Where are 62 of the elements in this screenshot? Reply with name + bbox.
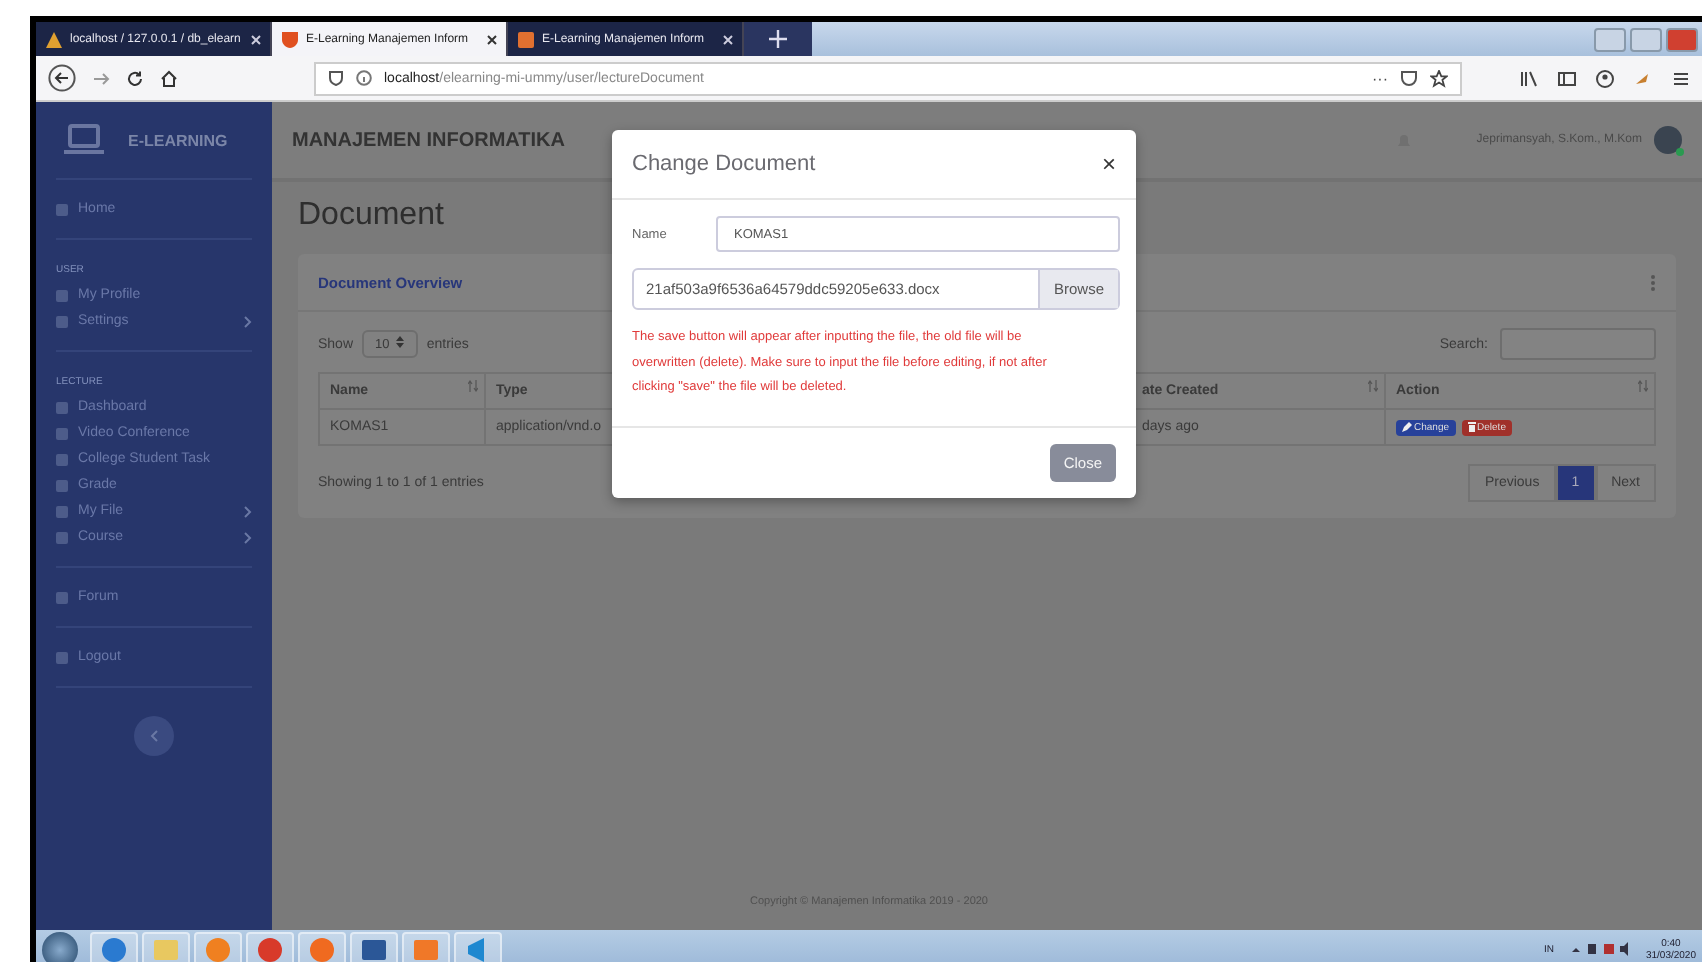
sidebar-icon[interactable] (1558, 69, 1576, 87)
pocket-icon[interactable] (1400, 69, 1418, 87)
square-icon (516, 29, 536, 49)
sort-icon[interactable] (1638, 380, 1648, 392)
dialog-title: Change Document (632, 152, 816, 176)
globe-icon (100, 935, 128, 962)
library-icon[interactable] (1520, 69, 1538, 87)
laptop-icon (64, 124, 104, 156)
menu-item-icon (56, 427, 68, 439)
close-icon[interactable] (486, 33, 498, 45)
extension-icon[interactable] (1634, 69, 1652, 87)
menu-item-icon (56, 651, 68, 663)
taskbar-app-button[interactable] (350, 932, 398, 962)
menu-item-icon (56, 401, 68, 413)
shield-icon (280, 29, 300, 49)
more-actions-button[interactable]: ··· (1372, 69, 1388, 87)
menu-item-icon (56, 203, 68, 215)
play-icon (204, 935, 232, 962)
page-title: Document (298, 198, 444, 234)
trash-icon (1467, 422, 1476, 432)
minimize-button[interactable] (1594, 27, 1626, 51)
taskbar-app-button[interactable] (298, 932, 346, 962)
circle-icon (256, 935, 284, 962)
chevron-icon (244, 315, 252, 327)
folder-icon (152, 935, 180, 962)
back-icon[interactable] (48, 64, 76, 92)
menu-item-icon (56, 591, 68, 603)
menu-item-icon (56, 315, 68, 327)
kebab-menu-icon[interactable] (1650, 273, 1656, 291)
star-icon[interactable] (1430, 69, 1448, 87)
chevron-icon (244, 531, 252, 543)
plus-icon[interactable] (744, 22, 812, 56)
sort-icon[interactable] (468, 380, 478, 392)
menu-item-icon (56, 289, 68, 301)
spinner-arrows-icon[interactable] (396, 336, 405, 348)
shield-icon (328, 70, 344, 86)
taskbar-app-button[interactable] (454, 932, 502, 962)
start-button[interactable] (42, 931, 78, 962)
chevron-icon (150, 730, 158, 742)
menu-icon[interactable] (1672, 69, 1690, 87)
account-icon[interactable] (1596, 69, 1614, 87)
pencil-icon (1402, 422, 1412, 432)
taskbar-app-button[interactable] (90, 932, 138, 962)
user-avatar[interactable] (1654, 126, 1682, 154)
chevron-icon (244, 505, 252, 517)
header-title: MANAJEMEN INFORMATIKA (292, 129, 565, 151)
maximize-button[interactable] (1630, 27, 1662, 51)
taskbar-app-button[interactable] (246, 932, 294, 962)
square-icon (412, 935, 440, 962)
reload-icon[interactable] (126, 69, 144, 87)
menu-item-icon (56, 505, 68, 517)
info-icon (356, 70, 372, 86)
menu-item-icon (56, 479, 68, 491)
document-icon (360, 935, 388, 962)
menu-item-icon (56, 531, 68, 543)
close-button[interactable] (1666, 27, 1698, 51)
brand-name: E-LEARNING (128, 131, 228, 149)
sort-icon[interactable] (1368, 380, 1378, 392)
forward-icon[interactable] (92, 69, 110, 87)
close-button[interactable]: × (1101, 150, 1116, 178)
menu-item-icon (56, 453, 68, 465)
home-icon[interactable] (160, 69, 178, 87)
